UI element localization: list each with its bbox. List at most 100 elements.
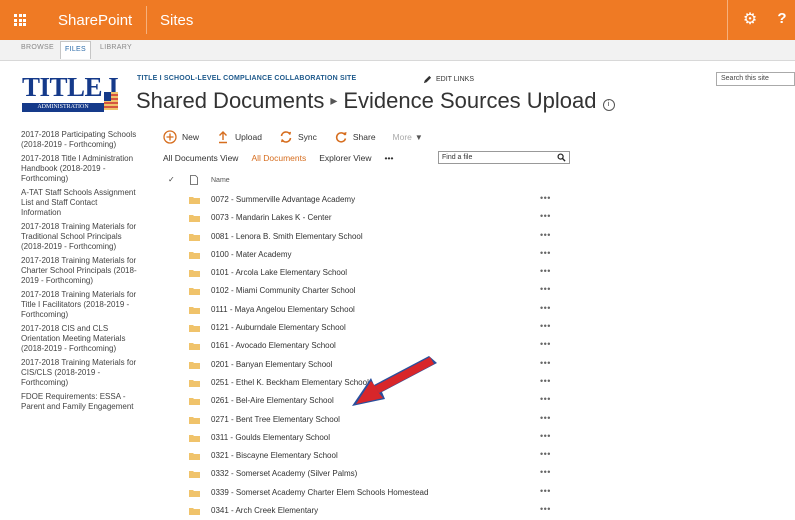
list-item[interactable]: 0081 - Lenora B. Smith Elementary School… bbox=[189, 228, 569, 246]
item-menu-button[interactable]: ••• bbox=[540, 321, 551, 331]
logo-subtitle: ADMINISTRATION bbox=[22, 103, 104, 112]
list-item[interactable]: 0311 - Goulds Elementary School ••• bbox=[189, 429, 569, 447]
view-all-documents[interactable]: All Documents bbox=[251, 153, 306, 163]
list-item[interactable]: 0261 - Bel-Aire Elementary School ••• bbox=[189, 392, 569, 410]
more-button[interactable]: More ▼ bbox=[393, 132, 423, 142]
upload-icon bbox=[219, 131, 228, 144]
item-menu-button[interactable]: ••• bbox=[540, 358, 551, 368]
list-item[interactable]: 0201 - Banyan Elementary School ••• bbox=[189, 356, 569, 374]
folder-icon bbox=[189, 508, 200, 516]
list-item[interactable]: 0073 - Mandarin Lakes K - Center ••• bbox=[189, 209, 569, 227]
folder-name-link[interactable]: 0201 - Banyan Elementary School bbox=[211, 360, 332, 369]
list-item[interactable]: 0271 - Bent Tree Elementary School ••• bbox=[189, 411, 569, 429]
site-logo[interactable]: TITLE I ADMINISTRATION bbox=[22, 72, 122, 114]
gear-icon[interactable]: ⚙ bbox=[740, 10, 760, 30]
item-menu-button[interactable]: ••• bbox=[540, 376, 551, 386]
column-header-name[interactable]: Name bbox=[211, 177, 230, 184]
folder-name-link[interactable]: 0111 - Maya Angelou Elementary School bbox=[211, 305, 355, 314]
sync-button[interactable]: Sync bbox=[279, 130, 317, 144]
list-item[interactable]: 0101 - Arcola Lake Elementary School ••• bbox=[189, 264, 569, 282]
item-menu-button[interactable]: ••• bbox=[540, 193, 551, 203]
folder-name-link[interactable]: 0102 - Miami Community Charter School bbox=[211, 286, 356, 295]
item-menu-button[interactable]: ••• bbox=[540, 467, 551, 477]
edit-links-button[interactable]: EDIT LINKS bbox=[423, 75, 474, 84]
item-menu-button[interactable]: ••• bbox=[540, 486, 551, 496]
folder-icon bbox=[189, 471, 200, 479]
folder-name-link[interactable]: 0072 - Summerville Advantage Academy bbox=[211, 195, 355, 204]
item-menu-button[interactable]: ••• bbox=[540, 504, 551, 514]
nav-item[interactable]: 2017-2018 Training Materials for Charter… bbox=[21, 256, 139, 286]
list-item[interactable]: 0161 - Avocado Elementary School ••• bbox=[189, 337, 569, 355]
list-item[interactable]: 0321 - Biscayne Elementary School ••• bbox=[189, 447, 569, 465]
list-item[interactable]: 0102 - Miami Community Charter School ••• bbox=[189, 282, 569, 300]
sites-link[interactable]: Sites bbox=[160, 12, 193, 29]
share-button[interactable]: Share bbox=[334, 130, 376, 144]
item-menu-button[interactable]: ••• bbox=[540, 339, 551, 349]
new-button[interactable]: New bbox=[163, 130, 199, 144]
help-icon[interactable]: ? bbox=[772, 9, 792, 29]
list-item[interactable]: 0251 - Ethel K. Beckham Elementary Schoo… bbox=[189, 374, 569, 392]
item-menu-button[interactable]: ••• bbox=[540, 449, 551, 459]
folder-name-link[interactable]: 0332 - Somerset Academy (Silver Palms) bbox=[211, 469, 357, 478]
folder-icon bbox=[189, 251, 200, 259]
folder-name-link[interactable]: 0261 - Bel-Aire Elementary School bbox=[211, 396, 334, 405]
item-menu-button[interactable]: ••• bbox=[540, 248, 551, 258]
nav-item[interactable]: 2017-2018 Training Materials for CIS/CLS… bbox=[21, 358, 139, 388]
app-launcher-icon[interactable] bbox=[0, 0, 40, 40]
folder-name-link[interactable]: 0271 - Bent Tree Elementary School bbox=[211, 415, 340, 424]
item-menu-button[interactable]: ••• bbox=[540, 266, 551, 276]
upload-button[interactable]: Upload bbox=[216, 130, 262, 144]
folder-name-link[interactable]: 0101 - Arcola Lake Elementary School bbox=[211, 268, 347, 277]
item-menu-button[interactable]: ••• bbox=[540, 230, 551, 240]
nav-item[interactable]: 2017-2018 Training Materials for Traditi… bbox=[21, 222, 139, 252]
folder-icon bbox=[189, 489, 200, 497]
item-menu-button[interactable]: ••• bbox=[540, 211, 551, 221]
folder-name-link[interactable]: 0311 - Goulds Elementary School bbox=[211, 433, 330, 442]
folder-name-link[interactable]: 0121 - Auburndale Elementary School bbox=[211, 323, 346, 332]
list-item[interactable]: 0111 - Maya Angelou Elementary School ••• bbox=[189, 301, 569, 319]
folder-name-link[interactable]: 0341 - Arch Creek Elementary bbox=[211, 506, 318, 515]
folder-name-link[interactable]: 0100 - Mater Academy bbox=[211, 250, 291, 259]
share-icon bbox=[335, 132, 347, 143]
list-item[interactable]: 0100 - Mater Academy ••• bbox=[189, 246, 569, 264]
site-name-link[interactable]: TITLE I SCHOOL-LEVEL COMPLIANCE COLLABOR… bbox=[137, 75, 356, 82]
list-item[interactable]: 0339 - Somerset Academy Charter Elem Sch… bbox=[189, 484, 569, 502]
tab-browse[interactable]: BROWSE bbox=[21, 44, 54, 51]
new-label: New bbox=[182, 132, 200, 142]
view-explorer[interactable]: Explorer View bbox=[319, 153, 371, 163]
nav-item[interactable]: 2017-2018 Title I Administration Handboo… bbox=[21, 154, 139, 184]
folder-name-link[interactable]: 0073 - Mandarin Lakes K - Center bbox=[211, 213, 332, 222]
breadcrumb-shared-documents[interactable]: Shared Documents bbox=[136, 88, 324, 113]
document-type-icon[interactable] bbox=[190, 175, 198, 185]
nav-item[interactable]: FDOE Requirements: ESSA - Parent and Fam… bbox=[21, 392, 139, 412]
nav-item[interactable]: 2017-2018 Training Materials for Title I… bbox=[21, 290, 139, 320]
select-all-checkmark-icon[interactable]: ✓ bbox=[168, 175, 175, 184]
item-menu-button[interactable]: ••• bbox=[540, 394, 551, 404]
item-menu-button[interactable]: ••• bbox=[540, 413, 551, 423]
more-views-button[interactable]: ••• bbox=[385, 153, 394, 163]
info-icon[interactable]: i bbox=[602, 99, 615, 111]
item-menu-button[interactable]: ••• bbox=[540, 431, 551, 441]
view-all-documents-view[interactable]: All Documents View bbox=[163, 153, 238, 163]
folder-name-link[interactable]: 0161 - Avocado Elementary School bbox=[211, 341, 336, 350]
folder-name-link[interactable]: 0321 - Biscayne Elementary School bbox=[211, 451, 338, 460]
list-item[interactable]: 0121 - Auburndale Elementary School ••• bbox=[189, 319, 569, 337]
folder-name-link[interactable]: 0251 - Ethel K. Beckham Elementary Schoo… bbox=[211, 378, 369, 387]
tab-files[interactable]: FILES bbox=[60, 41, 91, 59]
nav-item[interactable]: 2017-2018 Participating Schools (2018-20… bbox=[21, 130, 139, 150]
item-menu-button[interactable]: ••• bbox=[540, 303, 551, 313]
nav-item[interactable]: 2017-2018 CIS and CLS Orientation Meetin… bbox=[21, 324, 139, 354]
list-item[interactable]: 0332 - Somerset Academy (Silver Palms) ••… bbox=[189, 465, 569, 483]
search-icon[interactable] bbox=[557, 153, 566, 162]
nav-item[interactable]: A-TAT Staff Schools Assignment List and … bbox=[21, 188, 139, 218]
list-item[interactable]: 0072 - Summerville Advantage Academy ••• bbox=[189, 191, 569, 209]
find-file-input[interactable]: Find a file bbox=[438, 151, 570, 164]
sharepoint-brand-link[interactable]: SharePoint bbox=[58, 12, 132, 29]
list-item[interactable]: 0341 - Arch Creek Elementary ••• bbox=[189, 502, 569, 520]
folder-name-link[interactable]: 0339 - Somerset Academy Charter Elem Sch… bbox=[211, 488, 428, 497]
folder-icon bbox=[189, 306, 200, 314]
tab-library[interactable]: LIBRARY bbox=[100, 44, 132, 51]
site-search-input[interactable]: Search this site bbox=[716, 72, 795, 86]
item-menu-button[interactable]: ••• bbox=[540, 284, 551, 294]
folder-name-link[interactable]: 0081 - Lenora B. Smith Elementary School bbox=[211, 232, 363, 241]
